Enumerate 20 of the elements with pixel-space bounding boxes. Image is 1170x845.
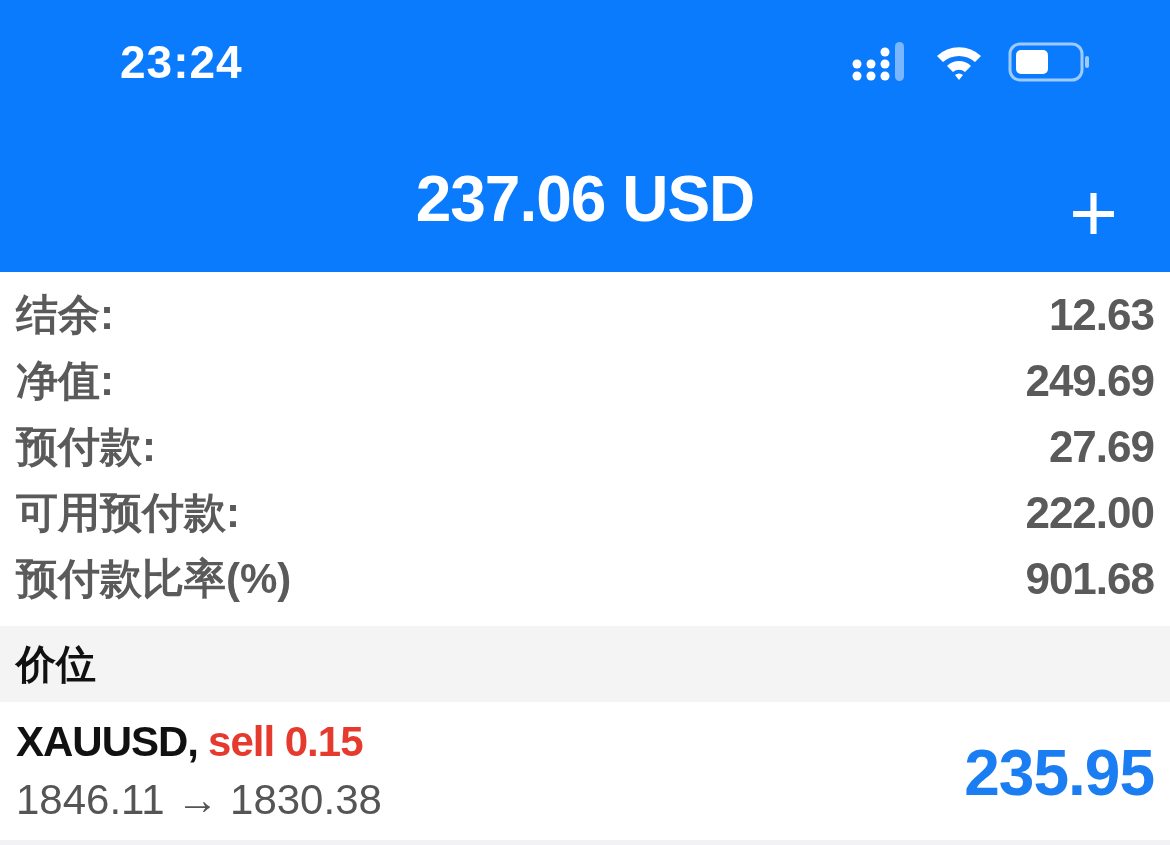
summary-value: 222.00 [1025,488,1154,538]
summary-label: 净值: [16,356,114,406]
order-label: sell 0.15 [208,718,363,766]
price-change: 1846.11 → 1830.38 [16,776,382,824]
summary-value: 27.69 [1048,422,1154,472]
summary-label: 可用预付款: [16,488,240,538]
battery-icon [1008,42,1090,82]
summary-label: 预付款: [16,422,156,472]
summary-value: 12.63 [1048,290,1154,340]
profit-value: 235.95 [964,736,1154,810]
add-button[interactable]: + [1068,170,1118,254]
summary-label: 预付款比率(%) [16,554,292,604]
clock-time: 23:24 [120,35,243,89]
summary-value: 249.69 [1025,356,1154,406]
summary-label: 结余: [16,290,114,340]
account-balance-title: 237.06 USD [415,162,755,236]
summary-value: 901.68 [1025,554,1154,604]
position-row[interactable]: XAUUSD, sell 0.15 1846.11 → 1830.38 235.95 [0,702,1170,840]
symbol-label: XAUUSD, [16,718,199,766]
section-title: 价位 [16,640,96,688]
